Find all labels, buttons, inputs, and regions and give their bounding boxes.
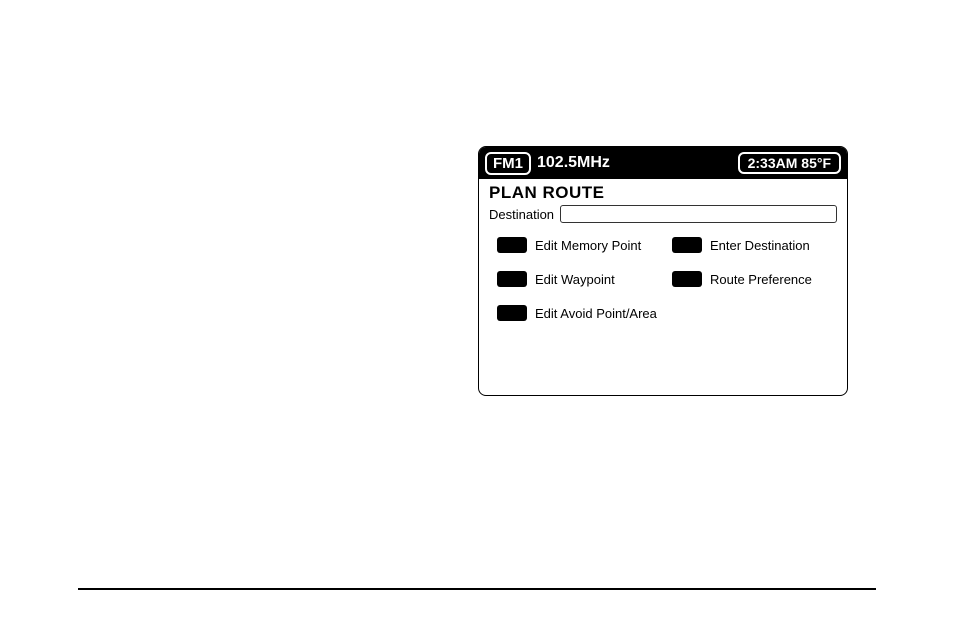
button-label: Edit Memory Point: [535, 238, 641, 253]
button-label: Route Preference: [710, 272, 812, 287]
destination-label: Destination: [489, 207, 554, 222]
button-icon: [672, 271, 702, 287]
navigation-screen: FM1 102.5MHz 2:33AM 85°F PLAN ROUTE Dest…: [478, 146, 848, 396]
button-label: Edit Avoid Point/Area: [535, 306, 657, 321]
horizontal-rule: [78, 588, 876, 590]
edit-memory-point-button[interactable]: Edit Memory Point: [497, 237, 662, 253]
options-grid: Edit Memory Point Enter Destination Edit…: [479, 231, 847, 331]
button-icon: [497, 271, 527, 287]
edit-waypoint-button[interactable]: Edit Waypoint: [497, 271, 662, 287]
button-label: Edit Waypoint: [535, 272, 615, 287]
button-icon: [497, 305, 527, 321]
button-label: Enter Destination: [710, 238, 810, 253]
button-icon: [672, 237, 702, 253]
route-preference-button[interactable]: Route Preference: [672, 271, 837, 287]
radio-band-badge: FM1: [485, 152, 531, 175]
edit-avoid-point-area-button[interactable]: Edit Avoid Point/Area: [497, 305, 662, 321]
button-icon: [497, 237, 527, 253]
radio-frequency: 102.5MHz: [537, 154, 732, 172]
destination-field[interactable]: [560, 205, 837, 223]
destination-row: Destination: [479, 205, 847, 231]
enter-destination-button[interactable]: Enter Destination: [672, 237, 837, 253]
screen-title: PLAN ROUTE: [479, 179, 847, 205]
status-bar: FM1 102.5MHz 2:33AM 85°F: [479, 147, 847, 179]
time-temperature: 2:33AM 85°F: [738, 152, 841, 174]
